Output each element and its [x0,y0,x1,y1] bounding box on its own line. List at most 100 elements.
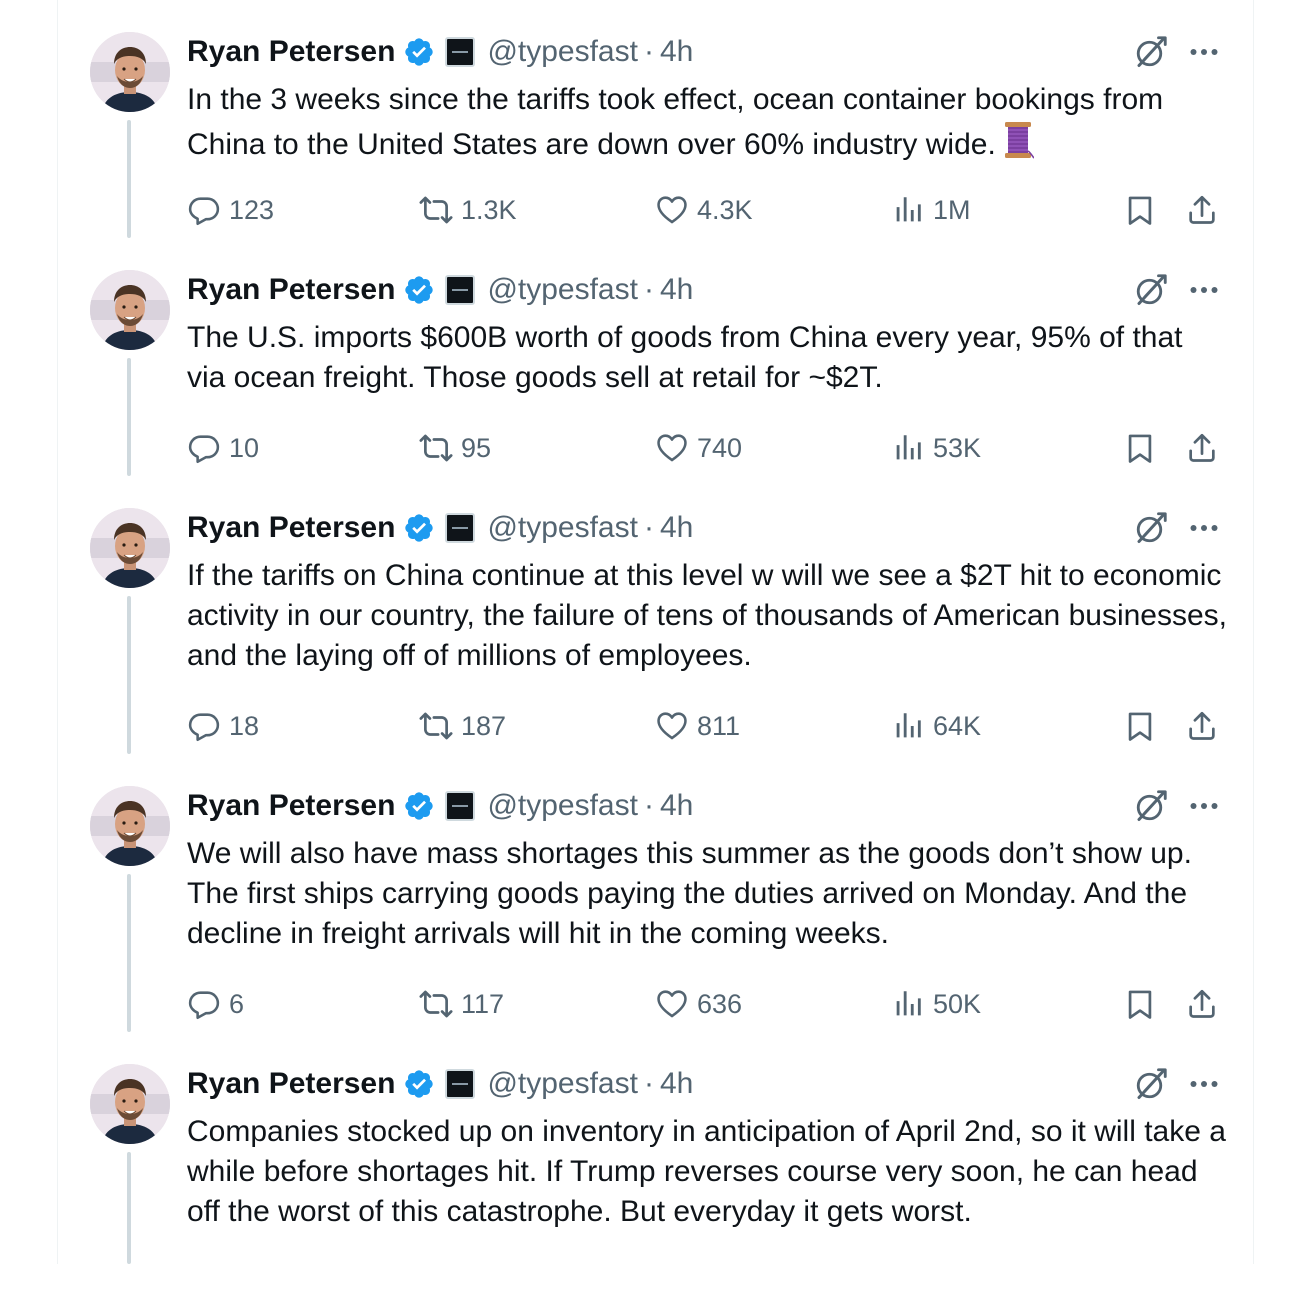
timestamp[interactable]: 4h [660,784,693,828]
verified-check-icon [403,36,435,68]
share-button[interactable] [1185,190,1219,230]
reply-button[interactable]: 10 [187,428,259,468]
separator-dot: · [643,273,654,306]
retweet-count: 1.3K [461,194,517,225]
tweet[interactable]: Ryan Petersen @typesfast · 4h In the 3 w… [0,0,1296,278]
bookmark-button[interactable] [1123,428,1157,468]
more-options-icon[interactable] [1186,788,1222,824]
retweet-count: 95 [461,432,492,463]
bookmark-button[interactable] [1123,984,1157,1024]
grok-icon[interactable] [1133,34,1169,70]
author-name[interactable]: Ryan Petersen [187,784,395,828]
verified-badge-icon[interactable] [403,1068,435,1100]
retweet-button[interactable]: 187 [419,706,506,746]
affiliation-badge-icon[interactable] [445,1069,476,1099]
separator-dot: · [643,1067,654,1100]
retweet-button[interactable]: 1.3K [419,190,517,230]
affiliation-badge-icon[interactable] [445,37,476,67]
tweet-actions: 10 95 740 53K [187,428,1227,468]
tweet[interactable]: Ryan Petersen @typesfast · 4h We will al… [0,754,1296,1032]
share-button[interactable] [1185,428,1219,468]
share-button[interactable] [1185,706,1219,746]
author-handle[interactable]: @typesfast [487,506,638,550]
tweet[interactable]: Ryan Petersen @typesfast · 4h If the tar… [0,476,1296,754]
reply-icon [187,987,221,1021]
share-button[interactable] [1185,984,1219,1024]
author-handle[interactable]: @typesfast [487,784,638,828]
affiliation-badge-icon[interactable] [445,791,476,821]
verified-check-icon [403,274,435,306]
verified-badge-icon[interactable] [403,274,435,306]
reply-button[interactable]: 6 [187,984,244,1024]
share-icon [1185,987,1219,1021]
timestamp[interactable]: 4h [660,506,693,550]
grok-icon[interactable] [1133,510,1169,546]
author-name[interactable]: Ryan Petersen [187,268,395,312]
spool-emoji-icon [1002,120,1034,160]
bookmark-icon [1123,709,1157,743]
more-options-icon[interactable] [1186,272,1222,308]
tweet-actions: 6 117 636 50K [187,984,1227,1024]
retweet-icon [419,193,453,227]
author-handle[interactable]: @typesfast [487,30,638,74]
views-button[interactable]: 1M [891,190,971,230]
timestamp[interactable]: 4h [660,30,693,74]
verified-badge-icon[interactable] [403,36,435,68]
affiliation-badge-icon[interactable] [445,513,476,543]
like-button[interactable]: 811 [655,706,740,746]
avatar[interactable] [90,1064,170,1144]
ellipsis-icon [1186,272,1222,308]
tweet[interactable]: Ryan Petersen @typesfast · 4h The U.S. i… [0,238,1296,516]
ellipsis-icon [1186,510,1222,546]
thread-connector-line [127,358,131,476]
tweet-text-content: If the tariffs on China continue at this… [187,559,1227,672]
author-handle[interactable]: @typesfast [487,268,638,312]
timestamp[interactable]: 4h [660,1062,693,1106]
retweet-button[interactable]: 95 [419,428,491,468]
views-count: 53K [933,432,982,463]
views-button[interactable]: 64K [891,706,981,746]
more-options-icon[interactable] [1186,34,1222,70]
avatar[interactable] [90,270,170,350]
reply-count: 18 [229,710,260,741]
views-button[interactable]: 50K [891,984,981,1024]
more-options-icon[interactable] [1186,510,1222,546]
verified-badge-icon[interactable] [403,790,435,822]
verified-badge-icon[interactable] [403,512,435,544]
author-handle[interactable]: @typesfast [487,1062,638,1106]
bookmark-button[interactable] [1123,190,1157,230]
views-button[interactable]: 53K [891,428,981,468]
grok-icon[interactable] [1133,272,1169,308]
avatar-image [90,786,170,866]
like-button[interactable]: 636 [655,984,742,1024]
verified-check-icon [403,512,435,544]
tweet-header: Ryan Petersen @typesfast · 4h [187,784,693,828]
ellipsis-icon [1186,34,1222,70]
author-name[interactable]: Ryan Petersen [187,1062,395,1106]
like-count: 740 [697,432,743,463]
separator-dot: · [643,789,654,822]
tweet-header: Ryan Petersen @typesfast · 4h [187,30,693,74]
author-name[interactable]: Ryan Petersen [187,30,395,74]
like-button[interactable]: 4.3K [655,190,753,230]
bookmark-button[interactable] [1123,706,1157,746]
avatar[interactable] [90,786,170,866]
reply-button[interactable]: 123 [187,190,274,230]
reply-button[interactable]: 18 [187,706,259,746]
like-button[interactable]: 740 [655,428,742,468]
tweet-text-content: We will also have mass shortages this su… [187,837,1192,950]
retweet-button[interactable]: 117 [419,984,504,1024]
like-count: 811 [697,710,741,741]
avatar[interactable] [90,32,170,112]
author-name[interactable]: Ryan Petersen [187,506,395,550]
grok-icon[interactable] [1133,1066,1169,1102]
tweet[interactable]: Ryan Petersen @typesfast · 4h Companies … [0,1032,1296,1310]
grok-icon[interactable] [1133,788,1169,824]
avatar[interactable] [90,508,170,588]
timestamp[interactable]: 4h [660,268,693,312]
affiliation-badge-icon[interactable] [445,275,476,305]
more-options-icon[interactable] [1186,1066,1222,1102]
bookmark-icon [1123,987,1157,1021]
tweet-text-content: Companies stocked up on inventory in ant… [187,1115,1226,1228]
analytics-icon [891,987,925,1021]
